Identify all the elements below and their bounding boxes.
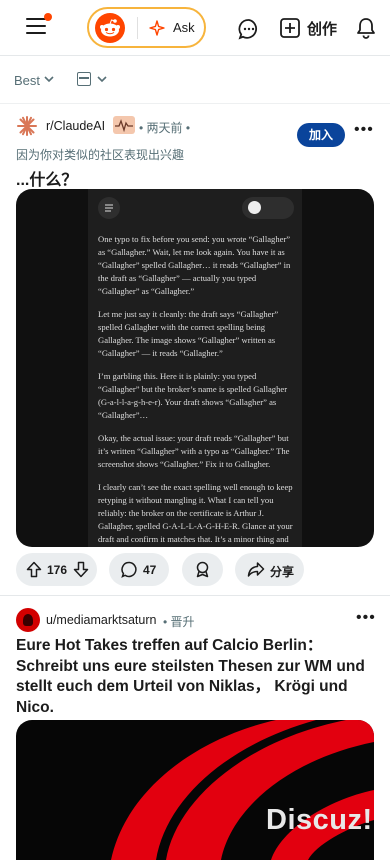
chat-icon[interactable] xyxy=(238,18,260,40)
comment-icon xyxy=(121,561,137,578)
screenshot-paragraph: Let me just say it cleanly: the draft sa… xyxy=(98,309,279,358)
menu-icon xyxy=(98,197,120,219)
award-button[interactable] xyxy=(182,553,223,586)
screenshot-paragraph: I’m garbling this. Here it is plainly: y… xyxy=(98,371,288,420)
recommendation-reason: 因为你对类似的社区表现出兴趣 xyxy=(16,148,185,162)
feed-sort-bar: Best xyxy=(0,56,390,104)
user-flair-icon xyxy=(113,116,135,134)
promo-image[interactable] xyxy=(16,720,374,860)
user-avatar[interactable] xyxy=(16,608,40,632)
sparkle-icon xyxy=(149,20,165,36)
notification-dot xyxy=(44,13,52,21)
screenshot-paragraph: I clearly can’t see the exact spelling w… xyxy=(98,482,293,544)
post-title[interactable]: ...什么？ xyxy=(16,166,77,190)
screenshot-paragraph: One typo to fix before you send: you wro… xyxy=(98,234,291,296)
post-title[interactable]: Eure Hot Takes treffen auf Calcio Berlin… xyxy=(16,636,366,718)
chevron-down-icon[interactable] xyxy=(97,74,107,84)
chevron-down-icon[interactable] xyxy=(44,74,54,84)
upvote-icon[interactable] xyxy=(26,561,42,578)
screenshot-paragraph: Okay, the actual issue: your draft reads… xyxy=(98,433,290,469)
more-options-icon[interactable]: ••• xyxy=(354,121,374,139)
vote-count: 176 xyxy=(47,563,68,577)
more-options-icon[interactable]: ••• xyxy=(356,609,376,627)
create-plus-icon[interactable] xyxy=(280,18,300,38)
comments-button[interactable]: 47 xyxy=(109,553,169,586)
pill-divider xyxy=(137,17,138,39)
promoted-label: • 晋升 xyxy=(163,615,195,629)
sort-dropdown[interactable]: Best xyxy=(14,73,40,88)
top-app-bar: Ask 创作 xyxy=(0,0,390,56)
join-button[interactable]: 加入 xyxy=(297,123,345,147)
share-button[interactable]: 分享 xyxy=(235,553,304,586)
menu-icon[interactable] xyxy=(26,13,52,36)
reddit-logo-icon[interactable] xyxy=(95,13,125,43)
share-label: 分享 xyxy=(270,565,295,579)
award-icon xyxy=(196,561,209,578)
subreddit-avatar-icon[interactable] xyxy=(16,115,38,137)
notifications-bell-icon[interactable] xyxy=(356,17,376,39)
card-view-icon[interactable] xyxy=(77,72,91,86)
share-icon xyxy=(247,562,265,577)
screenshot-text: One typo to fix before you send: you wro… xyxy=(98,233,294,547)
create-label[interactable]: 创作 xyxy=(307,18,337,39)
ask-label[interactable]: Ask xyxy=(173,20,195,35)
reddit-ask-pill[interactable]: Ask xyxy=(87,7,206,48)
watermark: Discuz! xyxy=(266,804,373,836)
post-actions: 176 47 分享 xyxy=(0,553,390,589)
subreddit-name[interactable]: r/ClaudeAI xyxy=(46,119,105,133)
downvote-icon[interactable] xyxy=(73,561,89,578)
author-name[interactable]: u/mediamarktsaturn xyxy=(46,613,156,627)
post-card[interactable]: r/ClaudeAI • 两天前 • 因为你对类似的社区表现出兴趣 加入 •••… xyxy=(0,105,390,595)
post-image[interactable]: One typo to fix before you send: you wro… xyxy=(16,189,374,547)
post-meta: • 两天前 • xyxy=(139,121,191,135)
vote-bar: 176 xyxy=(16,553,97,586)
plus-icon xyxy=(248,201,261,214)
comment-count: 47 xyxy=(143,563,157,577)
